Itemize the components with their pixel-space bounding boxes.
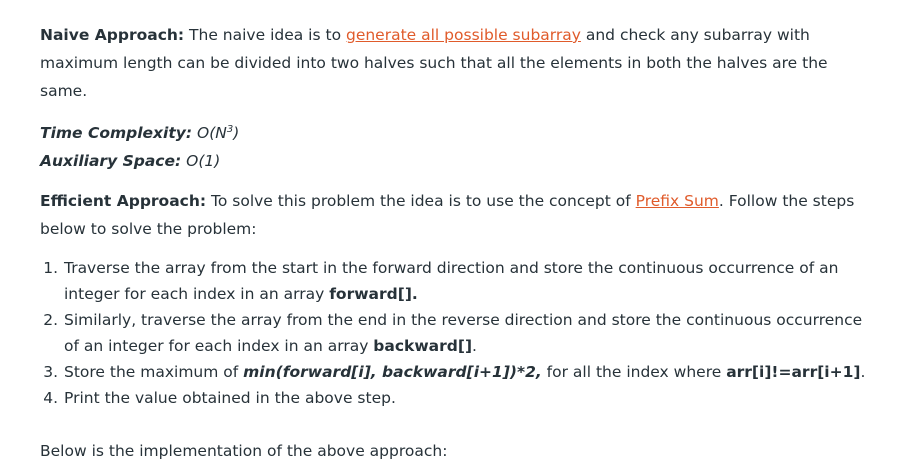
time-complexity-value: O(N xyxy=(192,124,227,142)
article-content: Naive Approach: The naive idea is to gen… xyxy=(0,0,916,465)
step-item-3: Store the maximum of min(forward[i], bac… xyxy=(63,359,876,385)
step-3-bold-italic: min(forward[i], backward[i+1])*2, xyxy=(243,363,542,381)
efficient-approach-label: Efficient Approach: xyxy=(40,192,207,210)
time-complexity-close: ) xyxy=(233,124,240,142)
prefix-sum-link[interactable]: Prefix Sum xyxy=(636,192,719,210)
step-3-mid: for all the index where xyxy=(541,363,727,381)
naive-approach-paragraph: Naive Approach: The naive idea is to gen… xyxy=(40,0,876,105)
time-complexity-line: Time Complexity: O(N3) xyxy=(40,119,876,147)
naive-approach-label: Naive Approach: xyxy=(40,26,185,44)
efficient-text-before-link: To solve this problem the idea is to use… xyxy=(206,192,636,210)
step-2-end: . xyxy=(472,337,477,355)
step-3-end: . xyxy=(860,363,866,381)
steps-list: Traverse the array from the start in the… xyxy=(40,255,876,411)
step-1-text: Traverse the array from the start in the… xyxy=(64,259,839,303)
step-3-bold: arr[i]!=arr[i+1] xyxy=(726,363,861,381)
naive-text-before-link: The naive idea is to xyxy=(184,26,346,44)
implementation-paragraph: Below is the implementation of the above… xyxy=(40,442,448,460)
generate-all-subarray-link[interactable]: generate all possible subarray xyxy=(346,26,581,44)
step-2-bold: backward[] xyxy=(373,337,473,355)
auxiliary-space-label: Auxiliary Space: xyxy=(40,152,182,170)
step-4-text: Print the value obtained in the above st… xyxy=(64,389,396,407)
step-item-1: Traverse the array from the start in the… xyxy=(63,255,876,307)
step-item-2: Similarly, traverse the array from the e… xyxy=(63,307,876,359)
auxiliary-space-line: Auxiliary Space: O(1) xyxy=(40,147,876,175)
step-item-4: Print the value obtained in the above st… xyxy=(63,385,876,411)
efficient-approach-paragraph: Efficient Approach: To solve this proble… xyxy=(40,187,876,243)
step-1-bold: forward[]. xyxy=(329,285,418,303)
auxiliary-space-value: O(1) xyxy=(181,152,221,170)
time-complexity-label: Time Complexity: xyxy=(40,124,193,142)
step-3-text: Store the maximum of xyxy=(64,363,244,381)
complexity-block: Time Complexity: O(N3) Auxiliary Space: … xyxy=(40,119,876,175)
